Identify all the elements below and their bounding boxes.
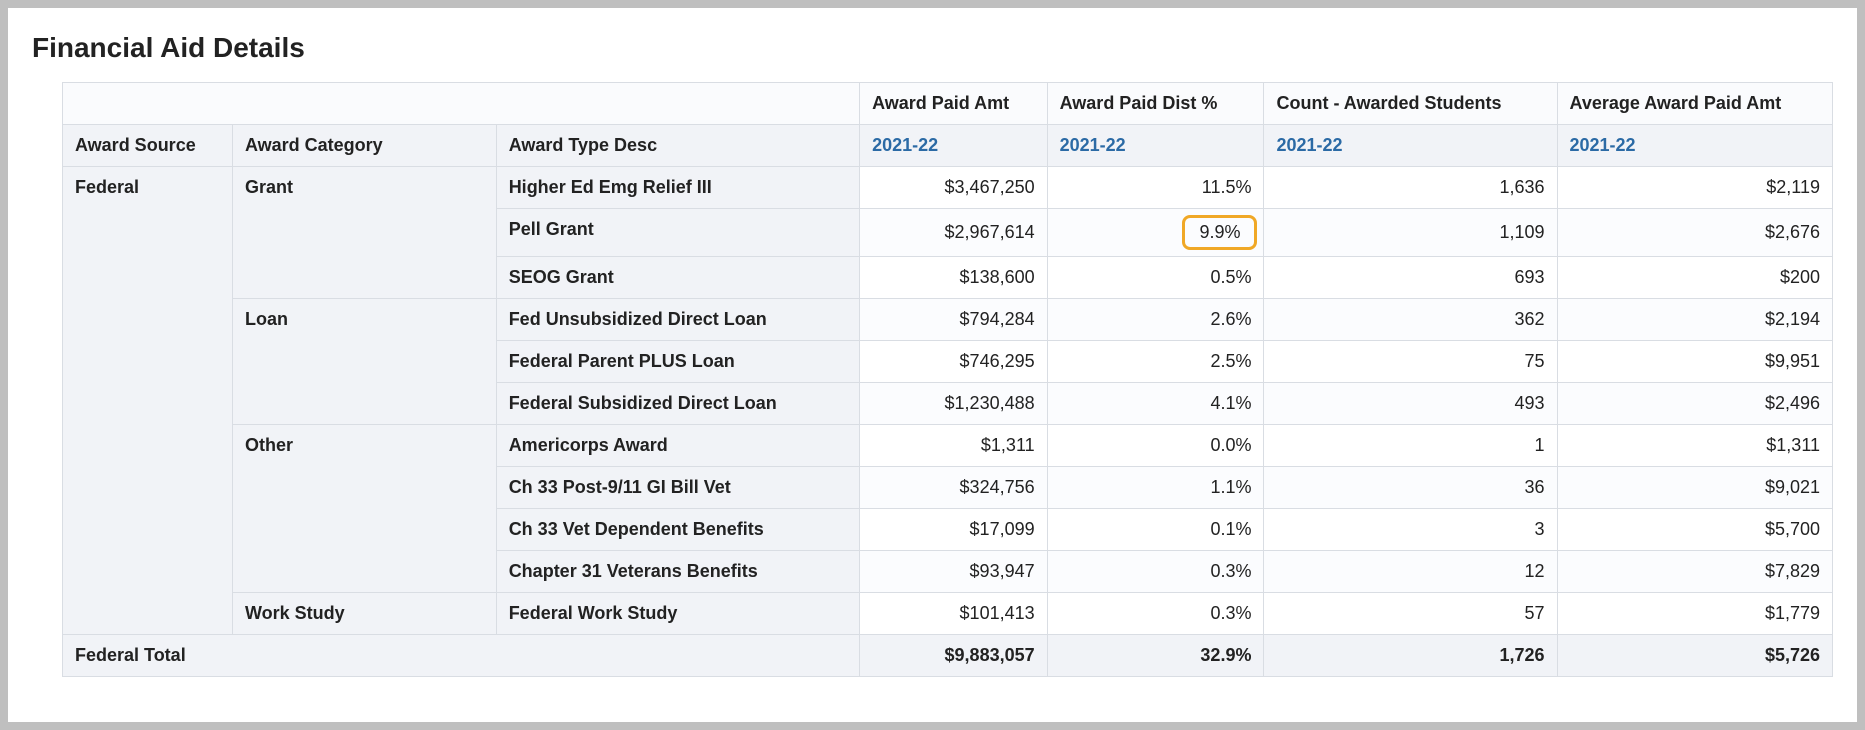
cell-count: 1,109 bbox=[1264, 209, 1557, 257]
cell-amt: $101,413 bbox=[860, 593, 1048, 635]
award-category-cell: Work Study bbox=[232, 593, 496, 635]
highlight-cell: 9.9% bbox=[1182, 215, 1257, 250]
award-category-cell: Grant bbox=[232, 167, 496, 299]
award-type-cell: Fed Unsubsidized Direct Loan bbox=[496, 299, 859, 341]
cell-dist: 0.1% bbox=[1047, 509, 1264, 551]
cell-amt: $2,967,614 bbox=[860, 209, 1048, 257]
cell-avg: $200 bbox=[1557, 257, 1833, 299]
award-type-cell: Federal Parent PLUS Loan bbox=[496, 341, 859, 383]
cell-count: 12 bbox=[1264, 551, 1557, 593]
award-category-cell: Other bbox=[232, 425, 496, 593]
header-year-count[interactable]: 2021-22 bbox=[1264, 125, 1557, 167]
header-award-paid-dist: Award Paid Dist % bbox=[1047, 83, 1264, 125]
cell-avg: $7,829 bbox=[1557, 551, 1833, 593]
award-category-cell: Loan bbox=[232, 299, 496, 425]
cell-dist: 0.0% bbox=[1047, 425, 1264, 467]
cell-dist: 0.5% bbox=[1047, 257, 1264, 299]
cell-amt: $93,947 bbox=[860, 551, 1048, 593]
award-source-cell: Federal bbox=[63, 167, 233, 635]
cell-avg: $5,700 bbox=[1557, 509, 1833, 551]
award-type-cell: Federal Work Study bbox=[496, 593, 859, 635]
header-award-category: Award Category bbox=[232, 125, 496, 167]
cell-count: 493 bbox=[1264, 383, 1557, 425]
cell-dist: 4.1% bbox=[1047, 383, 1264, 425]
cell-amt: $746,295 bbox=[860, 341, 1048, 383]
cell-count: 36 bbox=[1264, 467, 1557, 509]
header-row-metrics: Award Paid Amt Award Paid Dist % Count -… bbox=[63, 83, 1833, 125]
award-type-cell: SEOG Grant bbox=[496, 257, 859, 299]
table-row: OtherAmericorps Award$1,3110.0%1$1,311 bbox=[63, 425, 1833, 467]
award-type-cell: Higher Ed Emg Relief III bbox=[496, 167, 859, 209]
cell-count: 1 bbox=[1264, 425, 1557, 467]
cell-dist: 2.5% bbox=[1047, 341, 1264, 383]
table-row: LoanFed Unsubsidized Direct Loan$794,284… bbox=[63, 299, 1833, 341]
total-label: Federal Total bbox=[63, 635, 860, 677]
cell-amt: $1,230,488 bbox=[860, 383, 1048, 425]
cell-amt: $794,284 bbox=[860, 299, 1048, 341]
cell-amt: $138,600 bbox=[860, 257, 1048, 299]
total-count: 1,726 bbox=[1264, 635, 1557, 677]
cell-count: 75 bbox=[1264, 341, 1557, 383]
header-award-type: Award Type Desc bbox=[496, 125, 859, 167]
award-type-cell: Pell Grant bbox=[496, 209, 859, 257]
cell-count: 57 bbox=[1264, 593, 1557, 635]
cell-avg: $2,496 bbox=[1557, 383, 1833, 425]
cell-dist: 0.3% bbox=[1047, 593, 1264, 635]
cell-avg: $2,676 bbox=[1557, 209, 1833, 257]
cell-count: 3 bbox=[1264, 509, 1557, 551]
cell-amt: $324,756 bbox=[860, 467, 1048, 509]
cell-dist: 9.9% bbox=[1047, 209, 1264, 257]
cell-dist: 11.5% bbox=[1047, 167, 1264, 209]
cell-count: 1,636 bbox=[1264, 167, 1557, 209]
header-year-dist[interactable]: 2021-22 bbox=[1047, 125, 1264, 167]
cell-dist: 1.1% bbox=[1047, 467, 1264, 509]
award-type-cell: Chapter 31 Veterans Benefits bbox=[496, 551, 859, 593]
cell-count: 693 bbox=[1264, 257, 1557, 299]
cell-avg: $2,194 bbox=[1557, 299, 1833, 341]
total-row: Federal Total$9,883,05732.9%1,726$5,726 bbox=[63, 635, 1833, 677]
cell-avg: $9,951 bbox=[1557, 341, 1833, 383]
header-count-students: Count - Awarded Students bbox=[1264, 83, 1557, 125]
header-year-avg[interactable]: 2021-22 bbox=[1557, 125, 1833, 167]
award-type-cell: Ch 33 Post-9/11 GI Bill Vet bbox=[496, 467, 859, 509]
header-award-paid-amt: Award Paid Amt bbox=[860, 83, 1048, 125]
header-award-source: Award Source bbox=[63, 125, 233, 167]
page-title: Financial Aid Details bbox=[32, 32, 1833, 64]
financial-aid-table: Award Paid Amt Award Paid Dist % Count -… bbox=[62, 82, 1833, 677]
cell-amt: $3,467,250 bbox=[860, 167, 1048, 209]
cell-avg: $1,779 bbox=[1557, 593, 1833, 635]
award-type-cell: Ch 33 Vet Dependent Benefits bbox=[496, 509, 859, 551]
total-amt: $9,883,057 bbox=[860, 635, 1048, 677]
cell-dist: 0.3% bbox=[1047, 551, 1264, 593]
cell-avg: $9,021 bbox=[1557, 467, 1833, 509]
header-row-year: Award Source Award Category Award Type D… bbox=[63, 125, 1833, 167]
header-year-amt[interactable]: 2021-22 bbox=[860, 125, 1048, 167]
table-row: Work StudyFederal Work Study$101,4130.3%… bbox=[63, 593, 1833, 635]
cell-count: 362 bbox=[1264, 299, 1557, 341]
cell-dist: 2.6% bbox=[1047, 299, 1264, 341]
award-type-cell: Americorps Award bbox=[496, 425, 859, 467]
header-average-award: Average Award Paid Amt bbox=[1557, 83, 1833, 125]
total-dist: 32.9% bbox=[1047, 635, 1264, 677]
cell-avg: $2,119 bbox=[1557, 167, 1833, 209]
cell-amt: $1,311 bbox=[860, 425, 1048, 467]
cell-amt: $17,099 bbox=[860, 509, 1048, 551]
award-type-cell: Federal Subsidized Direct Loan bbox=[496, 383, 859, 425]
total-avg: $5,726 bbox=[1557, 635, 1833, 677]
table-row: FederalGrantHigher Ed Emg Relief III$3,4… bbox=[63, 167, 1833, 209]
header-empty bbox=[63, 83, 860, 125]
cell-avg: $1,311 bbox=[1557, 425, 1833, 467]
